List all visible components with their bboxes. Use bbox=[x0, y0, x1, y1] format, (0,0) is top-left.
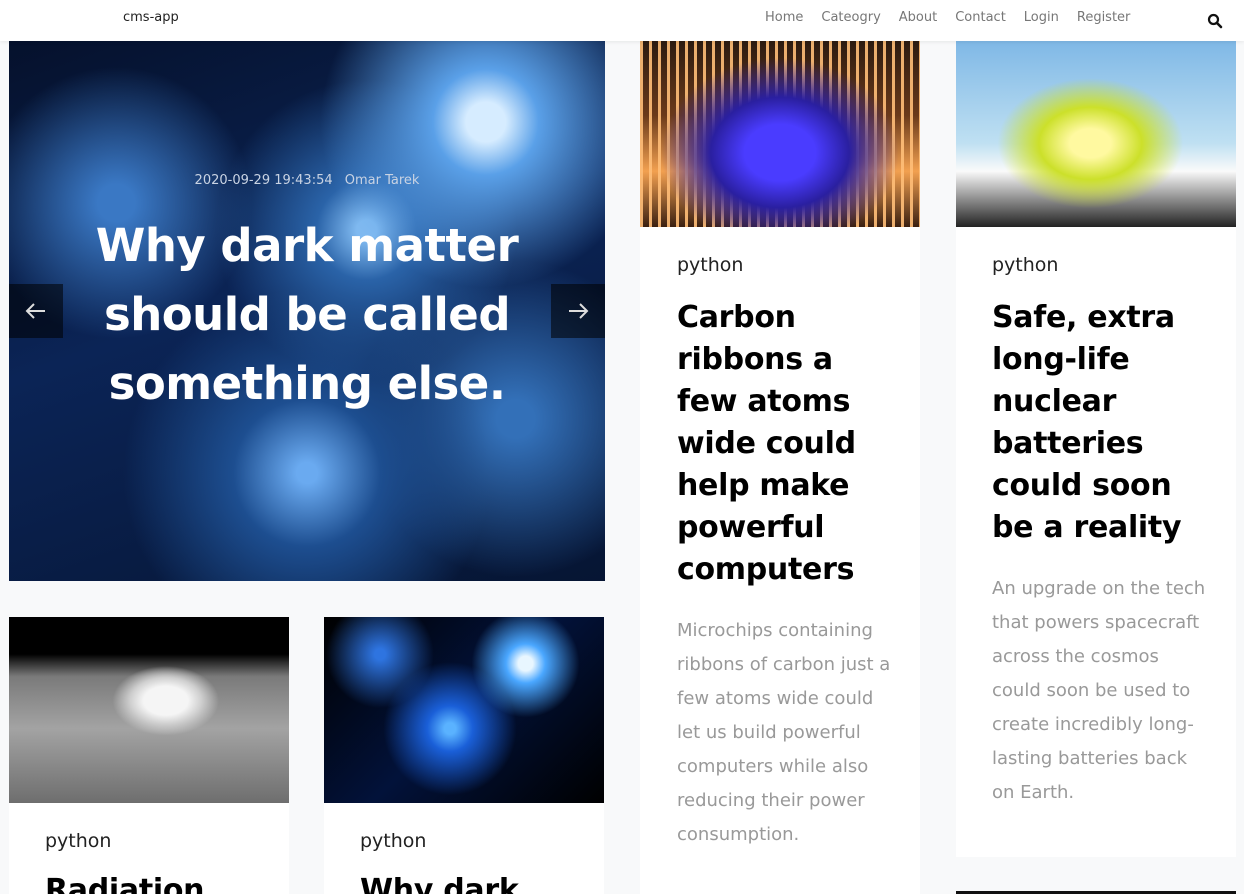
nav-login[interactable]: Login bbox=[1024, 10, 1059, 25]
post-card[interactable]: python Radiation bbox=[9, 617, 289, 894]
post-title[interactable]: Carbon ribbons a few atoms wide could he… bbox=[677, 297, 899, 591]
nav-links: Home Cateogry About Contact Login Regist… bbox=[765, 10, 1148, 25]
post-category[interactable]: python bbox=[360, 830, 426, 852]
post-card[interactable]: python Safe, extra long-life nuclear bat… bbox=[956, 41, 1236, 857]
hero-author: Omar Tarek bbox=[344, 173, 420, 188]
arrow-right-icon bbox=[569, 303, 589, 319]
search-icon[interactable] bbox=[1207, 13, 1223, 29]
post-category[interactable]: python bbox=[45, 830, 111, 852]
post-category[interactable]: python bbox=[677, 254, 743, 276]
post-image[interactable] bbox=[9, 617, 289, 803]
nav-home[interactable]: Home bbox=[765, 10, 803, 25]
post-title[interactable]: Why dark bbox=[360, 870, 582, 894]
nav-category[interactable]: Cateogry bbox=[821, 10, 880, 25]
brand-logo[interactable]: cms-app bbox=[123, 10, 179, 25]
post-title[interactable]: Safe, extra long-life nuclear batteries … bbox=[992, 297, 1192, 549]
hero-title[interactable]: Why dark matter should be called somethi… bbox=[69, 211, 545, 418]
post-excerpt: Microchips containing ribbons of carbon … bbox=[677, 620, 891, 845]
post-card[interactable]: python Why dark bbox=[324, 617, 604, 894]
slider-prev-button[interactable] bbox=[9, 284, 63, 338]
slider-next-button[interactable] bbox=[551, 284, 605, 338]
post-excerpt: An upgrade on the tech that powers space… bbox=[992, 578, 1206, 803]
navbar: cms-app Home Cateogry About Contact Logi… bbox=[0, 0, 1244, 41]
post-image[interactable] bbox=[956, 41, 1236, 227]
post-card[interactable]: python Carbon ribbons a few atoms wide c… bbox=[640, 41, 920, 894]
hero-slider[interactable]: 2020-09-29 19:43:54 Omar Tarek Why dark … bbox=[9, 41, 605, 581]
nav-register[interactable]: Register bbox=[1077, 10, 1131, 25]
nav-contact[interactable]: Contact bbox=[955, 10, 1006, 25]
nav-about[interactable]: About bbox=[899, 10, 937, 25]
post-image[interactable] bbox=[640, 41, 920, 227]
arrow-left-icon bbox=[25, 303, 45, 319]
hero-date: 2020-09-29 19:43:54 bbox=[194, 173, 333, 188]
post-category[interactable]: python bbox=[992, 254, 1058, 276]
hero-meta: 2020-09-29 19:43:54 Omar Tarek bbox=[9, 173, 605, 188]
post-image[interactable] bbox=[324, 617, 604, 803]
post-title[interactable]: Radiation bbox=[45, 870, 267, 894]
